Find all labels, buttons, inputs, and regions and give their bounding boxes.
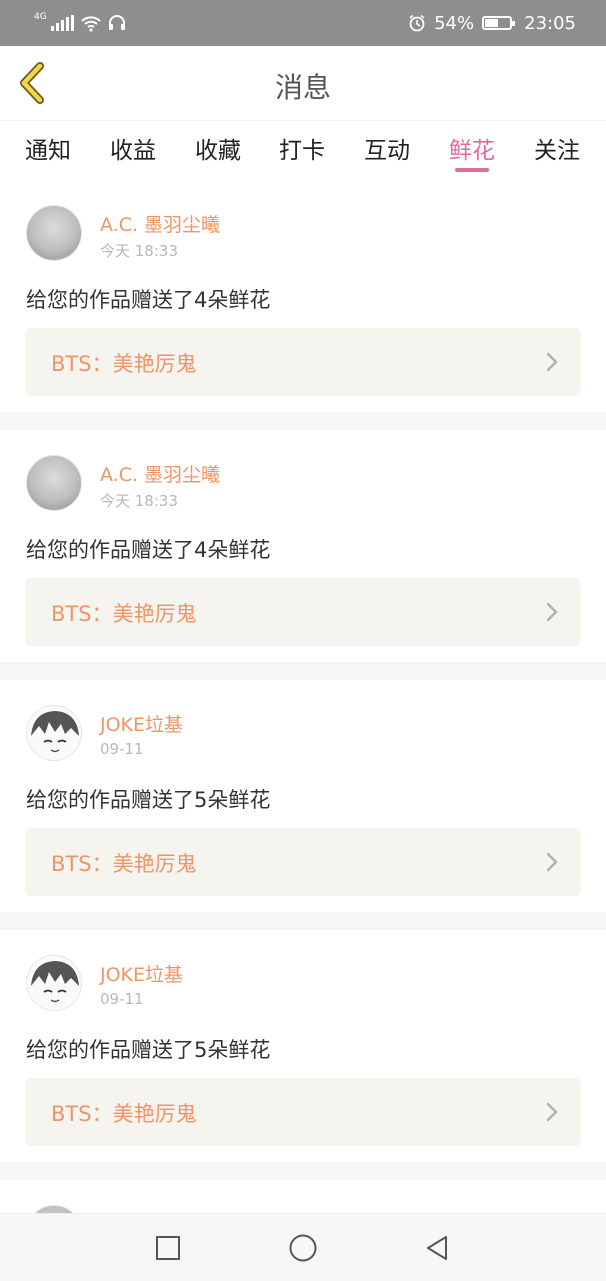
work-link[interactable]: BTS：美艳厉鬼 — [25, 328, 581, 396]
divider — [0, 912, 606, 930]
triangle-back-icon — [427, 1236, 447, 1260]
tab-favorites[interactable]: 收藏 — [188, 131, 248, 165]
tab-follow[interactable]: 关注 — [527, 131, 587, 165]
divider — [0, 412, 606, 430]
list-item: JOKE垃基 09-11 给您的作品赠送了5朵鲜花 BTS：美艳厉鬼 — [0, 680, 606, 912]
list-item — [0, 1180, 606, 1213]
recent-apps-button[interactable] — [152, 1232, 184, 1264]
avatar[interactable] — [26, 705, 82, 761]
headset-icon — [108, 15, 125, 30]
chevron-right-icon — [546, 852, 558, 872]
avatar[interactable] — [26, 205, 82, 261]
user-name[interactable]: JOKE垃基 — [100, 960, 183, 987]
battery-percent: 54% — [434, 12, 475, 34]
home-button[interactable] — [287, 1232, 319, 1264]
user-name[interactable]: JOKE垃基 — [100, 710, 183, 737]
avatar-drawing — [31, 961, 79, 1003]
message-text: 给您的作品赠送了5朵鲜花 — [26, 788, 271, 812]
network-type: 4G — [34, 12, 47, 22]
message-time: 今天 18:33 — [100, 492, 178, 510]
chevron-right-icon — [546, 1102, 558, 1122]
avatar[interactable] — [26, 955, 82, 1011]
chevron-right-icon — [546, 352, 558, 372]
status-left: 4G — [34, 10, 126, 36]
system-nav-bar — [0, 1213, 606, 1281]
page-title: 消息 — [274, 71, 331, 104]
tab-flowers[interactable]: 鲜花 — [442, 131, 502, 165]
header: 消息 — [0, 46, 606, 120]
work-title: BTS：美艳厉鬼 — [51, 352, 197, 376]
avatar-drawing — [31, 711, 79, 753]
tab-earnings[interactable]: 收益 — [103, 131, 163, 165]
wifi-icon — [81, 16, 101, 32]
tab-interaction[interactable]: 互动 — [357, 131, 417, 165]
user-name[interactable]: A.C. 墨羽尘曦 — [100, 460, 220, 487]
tab-notice[interactable]: 通知 — [18, 131, 78, 165]
tab-checkin[interactable]: 打卡 — [272, 131, 332, 165]
divider — [0, 662, 606, 680]
list-item: A.C. 墨羽尘曦 今天 18:33 给您的作品赠送了4朵鲜花 BTS：美艳厉鬼 — [0, 430, 606, 662]
active-tab-indicator — [455, 168, 489, 172]
clock: 23:05 — [524, 12, 576, 34]
chevron-right-icon — [546, 602, 558, 622]
square-icon — [156, 1236, 180, 1260]
alarm-icon — [409, 14, 425, 32]
circle-icon — [289, 1234, 317, 1262]
work-title: BTS：美艳厉鬼 — [51, 1102, 197, 1126]
system-back-button[interactable] — [422, 1232, 454, 1264]
work-link[interactable]: BTS：美艳厉鬼 — [25, 1078, 581, 1146]
battery-icon — [482, 16, 516, 30]
message-text: 给您的作品赠送了4朵鲜花 — [26, 538, 271, 562]
work-title: BTS：美艳厉鬼 — [51, 852, 197, 876]
message-time: 09-11 — [100, 740, 144, 758]
status-right: 54% 23:05 — [408, 10, 576, 36]
tab-bar: 通知 收益 收藏 打卡 互动 鲜花 关注 — [0, 120, 606, 181]
message-time: 今天 18:33 — [100, 242, 178, 260]
status-bar: 4G 54% 23:05 — [0, 0, 606, 46]
list-item: JOKE垃基 09-11 给您的作品赠送了5朵鲜花 BTS：美艳厉鬼 — [0, 930, 606, 1162]
avatar[interactable] — [26, 1205, 82, 1213]
message-text: 给您的作品赠送了4朵鲜花 — [26, 288, 271, 312]
signal-icon — [50, 15, 74, 31]
message-text: 给您的作品赠送了5朵鲜花 — [26, 1038, 271, 1062]
work-link[interactable]: BTS：美艳厉鬼 — [25, 828, 581, 896]
work-link[interactable]: BTS：美艳厉鬼 — [25, 578, 581, 646]
message-time: 09-11 — [100, 990, 144, 1008]
divider — [0, 1162, 606, 1180]
avatar[interactable] — [26, 455, 82, 511]
list-item: A.C. 墨羽尘曦 今天 18:33 给您的作品赠送了4朵鲜花 BTS：美艳厉鬼 — [0, 180, 606, 412]
work-title: BTS：美艳厉鬼 — [51, 602, 197, 626]
user-name[interactable]: A.C. 墨羽尘曦 — [100, 210, 220, 237]
